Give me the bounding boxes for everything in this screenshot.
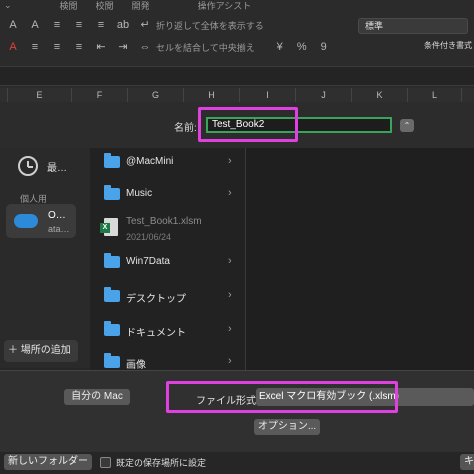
chevron-right-icon: › bbox=[228, 289, 232, 301]
column-header-row: E F G H I J K L bbox=[0, 88, 474, 102]
new-folder-button[interactable]: 新しいフォルダー bbox=[4, 454, 92, 470]
filename-row: 名前: Test_Book2 ⌃ bbox=[0, 102, 474, 148]
merge-center-icon[interactable]: ⇔ bbox=[138, 40, 152, 54]
chevron-right-icon: › bbox=[228, 187, 232, 199]
clock-icon bbox=[18, 156, 38, 176]
sidebar-item-recent[interactable]: 最… bbox=[18, 156, 67, 176]
filename-input[interactable]: Test_Book2 bbox=[206, 117, 392, 133]
dialog-footer: 新しいフォルダー 既定の保存場所に設定 キ bbox=[0, 452, 474, 474]
merge-center-button[interactable]: セルを結合して中央揃え bbox=[156, 41, 255, 54]
folder-icon bbox=[104, 353, 120, 368]
column-header-spacer bbox=[0, 88, 8, 102]
increase-indent-icon[interactable]: ⇥ bbox=[116, 40, 130, 54]
wrap-text-button[interactable]: 折り返して全体を表示する bbox=[156, 19, 264, 32]
column-header-f[interactable]: F bbox=[72, 88, 128, 102]
ribbon-row-font: A A ≡ ≡ ≡ ab ↵ 折り返して全体を表示する bbox=[2, 14, 272, 36]
wrap-text-icon[interactable]: ↵ bbox=[138, 18, 152, 32]
column-header-h[interactable]: H bbox=[184, 88, 240, 102]
file-format-label: ファイル形式: bbox=[196, 396, 259, 407]
chevron-right-icon: › bbox=[228, 255, 232, 267]
column-header-e[interactable]: E bbox=[8, 88, 72, 102]
cancel-button[interactable]: キ bbox=[460, 454, 474, 470]
conditional-format-label[interactable]: 条件付き書式 bbox=[424, 40, 472, 51]
column-header-g[interactable]: G bbox=[128, 88, 184, 102]
chevron-up-icon: ⌃ bbox=[403, 121, 411, 130]
currency-icon[interactable]: ¥ bbox=[273, 40, 287, 54]
list-item[interactable]: Music › bbox=[90, 182, 246, 208]
align-left-icon[interactable]: ≡ bbox=[28, 40, 42, 54]
list-item-name: デスクトップ bbox=[126, 294, 186, 305]
sidebar: 最… 個人用 O… ata… bbox=[0, 148, 90, 368]
list-item-date: 2021/06/24 bbox=[126, 232, 172, 242]
list-item-name: 画像 bbox=[126, 360, 146, 371]
onedrive-account: ata… bbox=[48, 224, 70, 234]
onedrive-cloud-icon bbox=[14, 214, 38, 228]
ribbon-tab-4[interactable]: 操作アシスト bbox=[198, 0, 252, 12]
sidebar-item-label: 最… bbox=[47, 162, 67, 174]
onedrive-title: O… bbox=[48, 210, 66, 221]
comma-icon[interactable]: 9 bbox=[317, 40, 331, 54]
chevron-right-icon: › bbox=[228, 323, 232, 335]
my-mac-button[interactable]: 自分の Mac bbox=[64, 389, 130, 405]
list-item[interactable]: @MacMini › bbox=[90, 150, 246, 176]
list-item-name: Test_Book1.xlsm bbox=[126, 216, 202, 227]
chevron-right-icon: › bbox=[228, 355, 232, 367]
align-right-icon[interactable]: ≡ bbox=[72, 40, 86, 54]
list-item[interactable]: Win7Data › bbox=[90, 250, 246, 276]
column-header-l[interactable]: L bbox=[408, 88, 462, 102]
ribbon-tab-0[interactable]: ⌄ bbox=[4, 0, 12, 11]
ribbon-tab-1[interactable]: 検閲 bbox=[60, 0, 78, 12]
list-item[interactable]: Test_Book1.xlsm 2021/06/24 bbox=[90, 214, 246, 246]
list-item[interactable]: ドキュメント › bbox=[90, 318, 246, 344]
filename-label: 名前: bbox=[174, 123, 197, 134]
sidebar-item-onedrive[interactable]: O… ata… bbox=[6, 204, 76, 238]
decrease-indent-icon[interactable]: ⇤ bbox=[94, 40, 108, 54]
list-item[interactable]: 画像 › bbox=[90, 350, 246, 371]
folder-icon bbox=[104, 287, 120, 302]
excel-ribbon: ⌄ 検閲 校閲 開発 操作アシスト A A ≡ ≡ ≡ ab ↵ 折り返して全体… bbox=[0, 0, 474, 88]
folder-icon bbox=[104, 321, 120, 336]
file-browser-detail-column bbox=[246, 148, 474, 370]
file-format-select[interactable]: Excel マクロ有効ブック (.xlsm) bbox=[256, 388, 474, 406]
align-bottom-icon[interactable]: ≡ bbox=[94, 18, 108, 32]
list-item-name: Win7Data bbox=[126, 256, 170, 267]
chevron-right-icon: › bbox=[228, 155, 232, 167]
ribbon-row-align: A ≡ ≡ ≡ ⇤ ⇥ ⇔ セルを結合して中央揃え ¥ % 9 bbox=[2, 36, 335, 58]
column-header-i[interactable]: I bbox=[240, 88, 296, 102]
align-center-icon[interactable]: ≡ bbox=[50, 40, 64, 54]
formula-bar[interactable] bbox=[0, 66, 474, 86]
default-location-label: 既定の保存場所に設定 bbox=[116, 458, 207, 468]
folder-icon bbox=[104, 185, 120, 200]
column-header-k[interactable]: K bbox=[352, 88, 408, 102]
align-top-icon[interactable]: ≡ bbox=[50, 18, 64, 32]
ribbon-tab-2[interactable]: 校閲 bbox=[96, 0, 114, 12]
folder-icon bbox=[104, 253, 120, 268]
list-item-name: @MacMini bbox=[126, 156, 174, 167]
font-color-icon[interactable]: A bbox=[6, 40, 20, 54]
expand-dialog-button[interactable]: ⌃ bbox=[400, 119, 414, 132]
save-dialog: 名前: Test_Book2 ⌃ 最… 個人用 O… ata… ＋ 場所の追加 … bbox=[0, 102, 474, 474]
orientation-icon[interactable]: ab bbox=[116, 18, 130, 32]
number-format-select[interactable]: 標準 bbox=[358, 18, 468, 34]
list-item-name: ドキュメント bbox=[126, 328, 186, 339]
percent-icon[interactable]: % bbox=[295, 40, 309, 54]
font-size-up-icon[interactable]: A bbox=[6, 18, 20, 32]
excel-file-icon bbox=[100, 218, 118, 236]
options-button[interactable]: オプション... bbox=[254, 419, 320, 435]
ribbon-tab-3[interactable]: 開発 bbox=[132, 0, 150, 12]
list-item[interactable]: デスクトップ › bbox=[90, 284, 246, 310]
file-browser-column: @MacMini › Music › Test_Book1.xlsm 2021/… bbox=[90, 148, 246, 371]
column-header-j[interactable]: J bbox=[296, 88, 352, 102]
list-item-name: Music bbox=[126, 188, 153, 199]
add-place-button[interactable]: ＋ 場所の追加 bbox=[4, 340, 78, 362]
align-middle-icon[interactable]: ≡ bbox=[72, 18, 86, 32]
font-size-down-icon[interactable]: A bbox=[28, 18, 42, 32]
folder-icon bbox=[104, 153, 120, 168]
default-location-checkbox[interactable] bbox=[100, 457, 111, 468]
